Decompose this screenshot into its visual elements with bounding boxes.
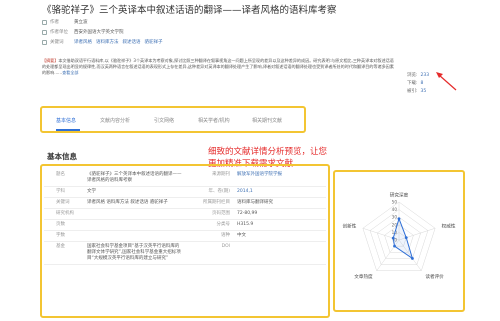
keywords-row: 关键词 译者风格 语料库方法 叙述话语 骆驼祥子 — [42, 38, 167, 46]
radar-tick-label: 30 — [392, 215, 398, 220]
row-key: 题名 — [56, 172, 65, 177]
row-key: 学科 — [56, 189, 65, 194]
table-row: 页数 分类号 H315.9 — [44, 220, 326, 231]
radar-point — [411, 257, 414, 260]
radar-point — [391, 236, 395, 240]
row-key: 语种 — [221, 233, 230, 238]
building-icon — [42, 29, 47, 35]
org-link[interactable]: 西安外国语大学英文学院 — [74, 29, 124, 35]
row-key: DOI — [221, 244, 230, 249]
keyword-link[interactable]: 语料库方法 — [96, 39, 119, 45]
row-key: 年、卷(期) — [208, 189, 230, 194]
tab-basic-info[interactable]: 基本信息 — [56, 117, 76, 124]
row-value: 中文 — [237, 233, 246, 238]
row-value: 文学 — [87, 189, 96, 194]
row-value: 《骆驼祥子》三个英译本中叙述话语的翻译——译者风格的语料库考察 — [87, 172, 182, 183]
radar-axis-label: 创新性 — [343, 223, 357, 230]
annotation-arrow-icon — [436, 72, 457, 91]
row-key: 字数 — [56, 233, 65, 238]
row-key: 所属期刊栏目 — [203, 200, 230, 205]
keyword-link[interactable]: 译者风格 — [74, 39, 92, 45]
radar-point — [393, 244, 396, 248]
radar-axis-label: 权威性 — [442, 223, 456, 230]
tab-bar: 基本信息 文献内容分析 引文网络 相关学者/机构 相关期刊文献 — [40, 106, 306, 133]
tab-related-scholars[interactable]: 相关学者/机构 — [198, 117, 230, 124]
section-title: 基本信息 — [47, 152, 77, 161]
tab-citation-network[interactable]: 引文网络 — [154, 117, 174, 124]
row-value — [234, 242, 324, 264]
author-link[interactable]: 黄立波 — [74, 19, 88, 25]
basic-info-table: 题名 《骆驼祥子》三个英译本中叙述话语的翻译——译者风格的语料库考察 来源期刊 解放军… — [40, 164, 330, 318]
radar-axis-label: 研究深度 — [390, 192, 409, 199]
row-key: 关键词 — [56, 200, 70, 205]
row-key: 页数 — [56, 222, 65, 227]
abstract-more-link[interactable]: 查看全部 — [62, 70, 78, 75]
user-icon — [42, 19, 47, 25]
row-value: H315.9 — [237, 222, 254, 227]
radar-point — [397, 217, 401, 221]
keywords-label: 关键词 — [50, 40, 64, 45]
radar-axis-label: 文章热度 — [354, 273, 373, 280]
abstract-text: 本文借助双语平行语料库,以《骆驼祥子》3个英译本为考察对象,探讨比照三种翻译在叙… — [42, 58, 394, 75]
radar-tick-label: 50 — [392, 200, 398, 205]
radar-point — [404, 236, 408, 240]
row-key: 来源期刊 — [212, 172, 230, 177]
row-value — [84, 231, 186, 241]
radar-chart-panel: 50403020100研究深度权威性读者评价文章热度创新性 — [333, 170, 465, 312]
table-row: 基金 国家社会科学基金项目“基于汉英平行语料库的翻译文体学研究”,国家社会科学基金… — [44, 242, 326, 265]
radar-axis-label: 读者评价 — [425, 273, 444, 280]
author-row: 作者 黄立波 — [42, 18, 88, 26]
tab-content-analysis[interactable]: 文献内容分析 — [100, 117, 130, 124]
radar-tick-label: 40 — [392, 207, 398, 212]
org-label: 作者单位 — [50, 30, 68, 35]
table-row: 研究机构 页码范围 72-80,99 — [44, 209, 326, 220]
abstract-label: 【摘要】 — [42, 58, 59, 63]
tag-icon — [42, 39, 47, 45]
author-label: 作者 — [50, 20, 59, 25]
org-row: 作者单位 西安外国语大学英文学院 — [42, 28, 124, 36]
row-value: 72-80,99 — [237, 211, 258, 216]
table-row: 题名 《骆驼祥子》三个英译本中叙述话语的翻译——译者风格的语料库考察 来源期刊 解放军… — [44, 170, 326, 187]
table-row: 关键词 译者风格 语料库方法 叙述话语 骆驼祥子 所属期刊栏目 语料库与翻译研究 — [44, 198, 326, 209]
table-row: 字数 语种 中文 — [44, 231, 326, 242]
keyword-link[interactable]: 叙述话语 — [123, 39, 141, 45]
row-key: 分类号 — [216, 222, 231, 227]
row-key: 研究机构 — [56, 211, 74, 216]
row-value[interactable]: 2014,1 — [234, 187, 324, 197]
row-value[interactable]: 解放军外国语学院学报 — [234, 170, 324, 186]
row-value: 译者风格 语料库方法 叙述话语 骆驼祥子 — [87, 200, 168, 205]
row-key: 基金 — [56, 244, 65, 249]
tab-related-articles[interactable]: 相关期刊文献 — [252, 117, 282, 124]
active-tab-indicator — [56, 129, 80, 131]
row-value — [84, 209, 186, 219]
radar-chart: 50403020100研究深度权威性读者评价文章热度创新性 — [343, 192, 456, 280]
row-value: 国家社会科学基金项目“基于汉英平行语料库的翻译文体学研究”,国家社会科学基金重大… — [87, 244, 181, 261]
table-row: 学科 文学 年、卷(期) 2014,1 — [44, 187, 326, 198]
row-value: 语料库与翻译研究 — [237, 200, 273, 205]
row-value — [84, 220, 186, 230]
page-title: 《骆驼祥子》三个英译本中叙述话语的翻译——译者风格的语料库考察 — [42, 5, 337, 16]
keyword-link[interactable]: 骆驼祥子 — [145, 39, 163, 45]
abstract: 【摘要】本文借助双语平行语料库,以《骆驼祥子》3个英译本为考察对象,探讨比照三种… — [42, 58, 394, 86]
row-key: 页码范围 — [212, 211, 230, 216]
